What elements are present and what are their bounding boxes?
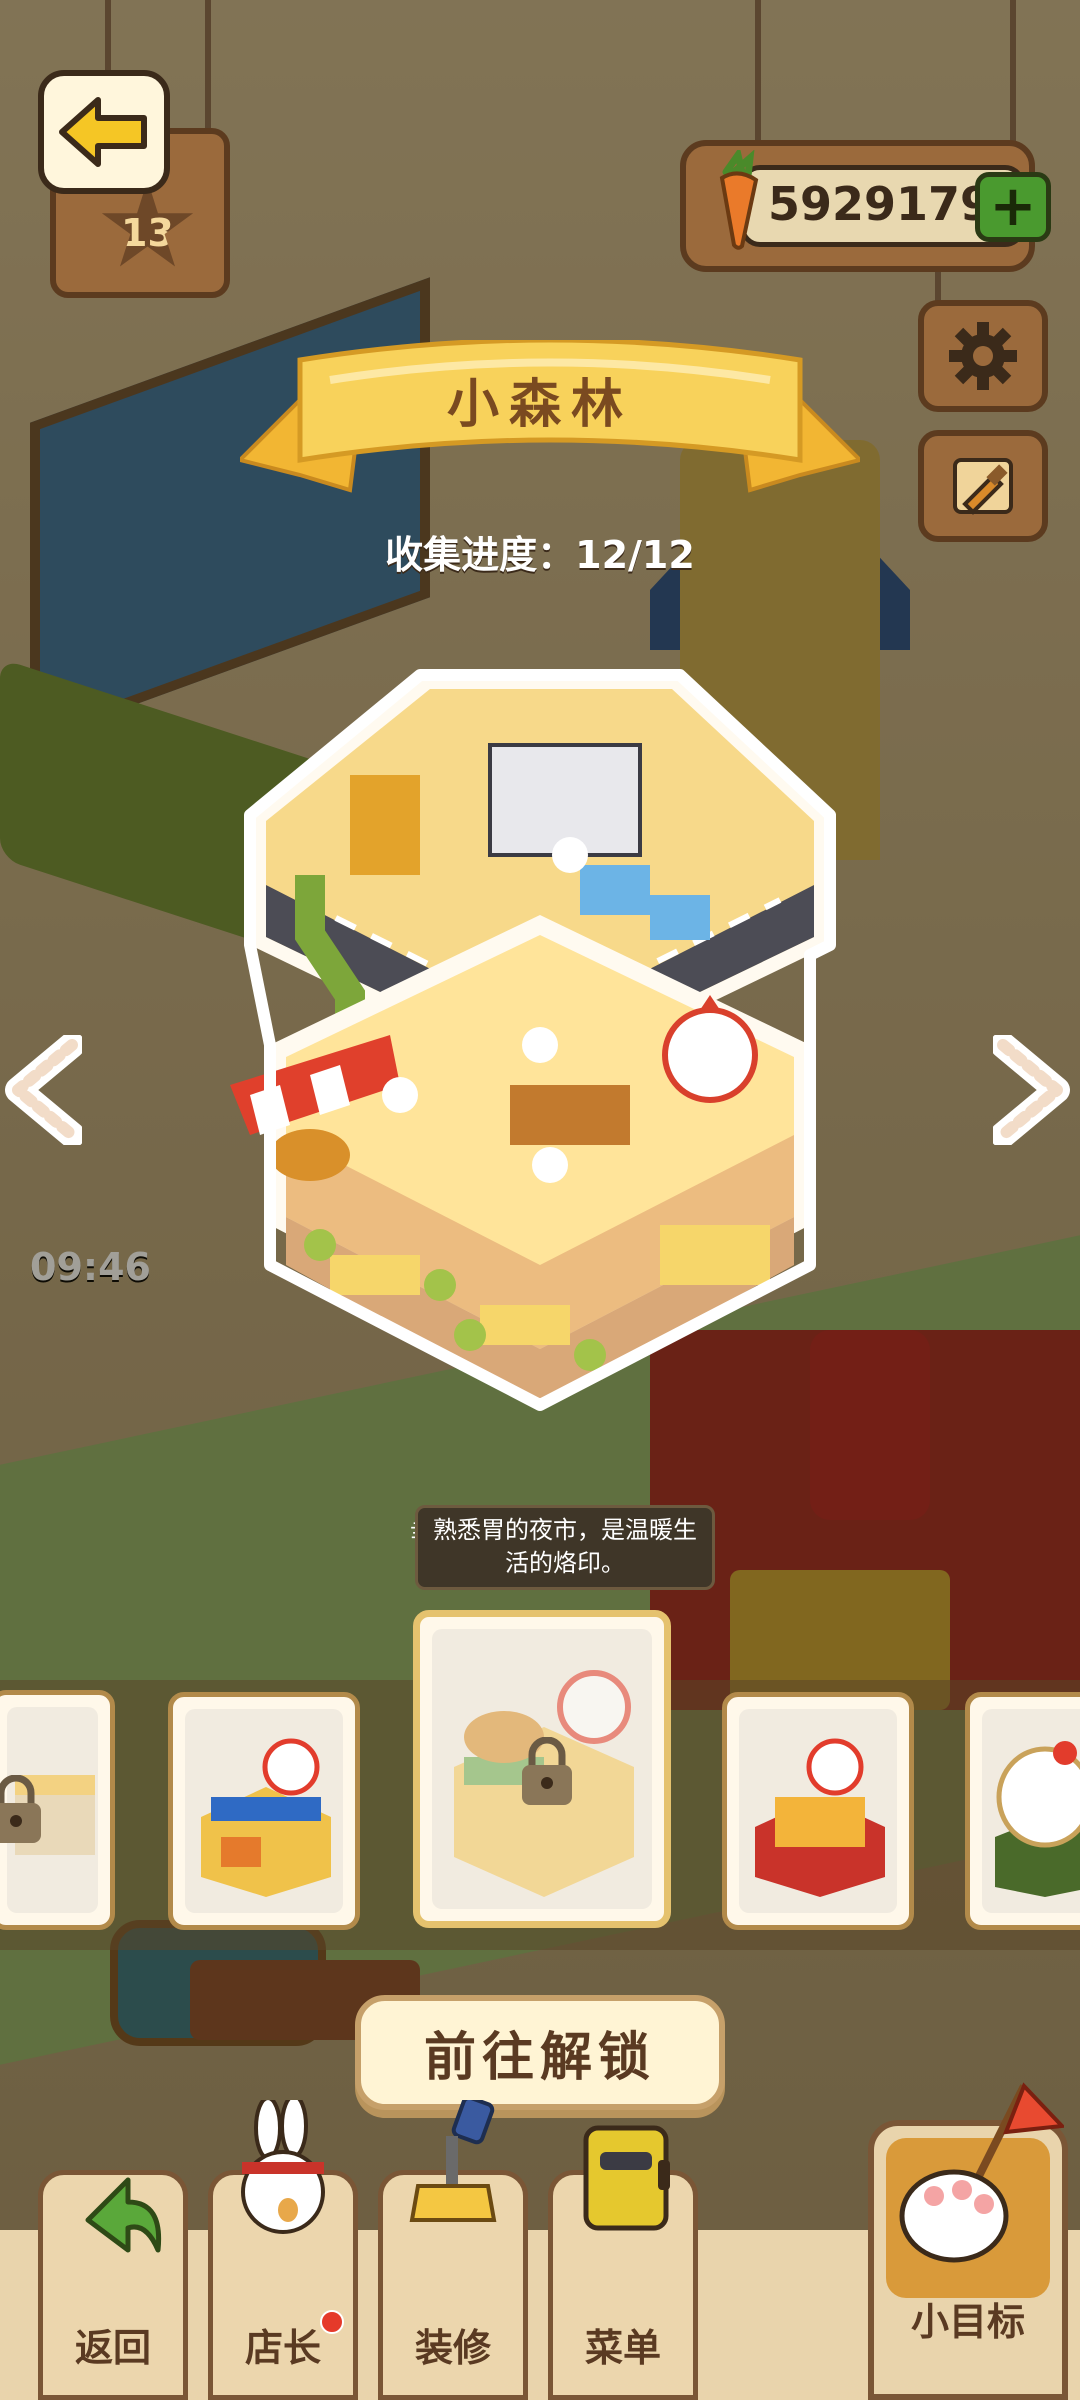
nav-decorate[interactable]: 装修: [368, 2100, 538, 2400]
shop-thumbnail: [201, 1738, 331, 1897]
shop-thumbnail: [755, 1738, 885, 1897]
shop-card-4[interactable]: [722, 1692, 914, 1930]
nav-goals-label: 小目标: [910, 2300, 1025, 2344]
back-button[interactable]: [38, 70, 170, 194]
paint-roller-icon: [409, 2100, 497, 2222]
add-currency-button[interactable]: +: [975, 172, 1051, 242]
menu-book-icon: [583, 2125, 670, 2231]
lock-icon: [0, 1775, 41, 1843]
nav-back[interactable]: 返回: [28, 2170, 198, 2400]
return-arrow-icon: [85, 2177, 162, 2253]
lock-icon: [522, 1737, 572, 1805]
rope: [755, 0, 761, 145]
rope: [105, 0, 111, 75]
gear-icon: [949, 322, 1017, 390]
shop-card-2[interactable]: [168, 1692, 360, 1930]
nav-menu[interactable]: 菜单: [538, 2125, 708, 2400]
currency-value: 5929179: [768, 177, 993, 231]
chevron-left-icon: [5, 1035, 82, 1145]
nav-decorate-label: 装修: [414, 2326, 491, 2370]
collection-progress: 收集进度：12/12: [385, 533, 695, 577]
brush-icon: [953, 458, 1013, 515]
carrot-icon: [719, 150, 759, 250]
rope: [1010, 0, 1016, 145]
goal-flag-icon: [899, 2082, 1064, 2263]
chevron-right-icon: [993, 1035, 1070, 1145]
nav-manager[interactable]: 店长: [198, 2100, 368, 2400]
rabbit-manager-icon: [241, 2100, 325, 2234]
decorate-shortcut-button[interactable]: [918, 430, 1048, 542]
shop-thumbnail: [995, 1741, 1080, 1897]
nav-back-label: 返回: [74, 2326, 151, 2370]
shop-card-3-selected[interactable]: [413, 1610, 671, 1928]
next-shop-button[interactable]: [993, 1035, 1075, 1145]
shop-card-5[interactable]: [965, 1692, 1080, 1930]
previous-shop-button[interactable]: [0, 1035, 82, 1145]
nav-manager-label: 店长: [244, 2326, 321, 2370]
shop-description-tooltip: 熟悉胃的夜市，是温暖生活的烙印。: [415, 1505, 715, 1590]
nav-goals[interactable]: 小目标: [868, 2082, 1068, 2400]
nav-menu-label: 菜单: [584, 2326, 661, 2370]
shop-card-1[interactable]: [0, 1690, 115, 1930]
rope: [935, 272, 941, 302]
go-unlock-button[interactable]: 前往解锁: [355, 1995, 725, 2110]
settings-button[interactable]: [918, 300, 1048, 412]
rope: [205, 0, 211, 130]
arrow-left-icon: [59, 97, 147, 167]
shop-diorama: [230, 669, 836, 1411]
collection-title: 小森林: [446, 375, 633, 435]
